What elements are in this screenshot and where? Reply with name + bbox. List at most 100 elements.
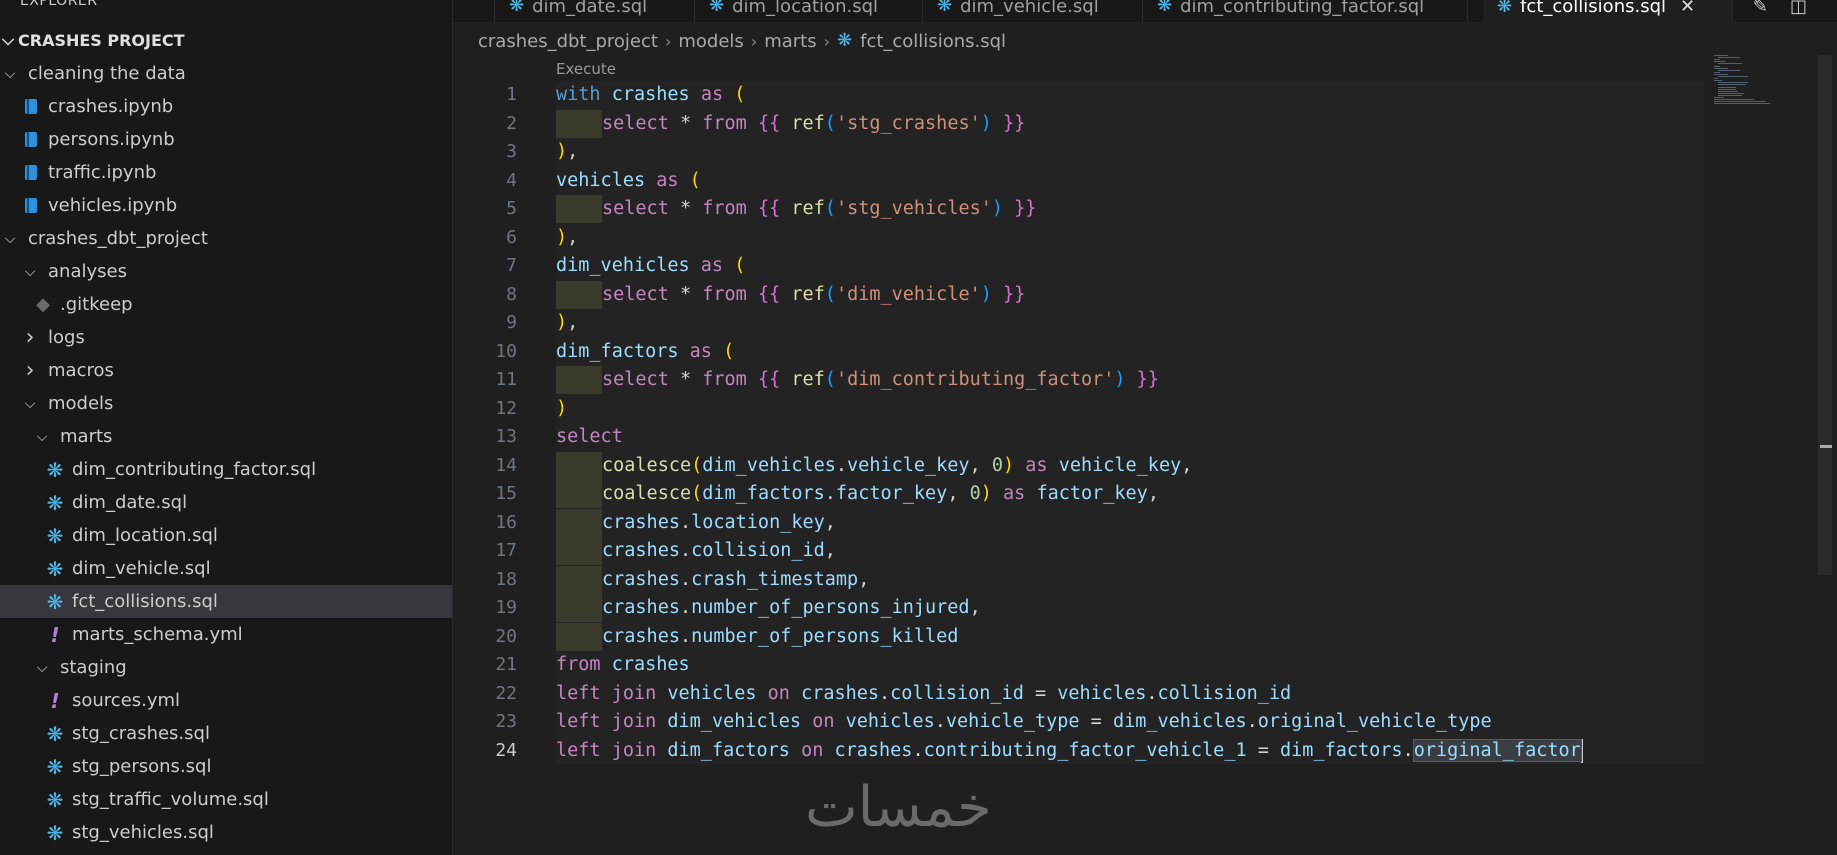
line-number: 1 <box>506 84 517 105</box>
tree-item[interactable]: ❋ stg_persons.sql <box>0 750 452 783</box>
dbt-icon: ❋ <box>46 523 64 548</box>
code-line: 9), <box>453 309 1703 337</box>
notebook-icon <box>20 132 42 147</box>
tree-item[interactable]: › macros <box>0 354 452 387</box>
tree-item-label: stg_traffic_volume.sql <box>72 789 269 810</box>
minimap-line <box>1714 73 1728 75</box>
yml-icon: ! <box>50 688 60 713</box>
code-line: 21 from crashes <box>453 651 1703 679</box>
tree-item[interactable]: ❋ stg_crashes.sql <box>0 717 452 750</box>
minimap-line <box>1714 71 1720 73</box>
code-line: 18 crashes.crash_timestamp, <box>453 565 1703 594</box>
code-line: 2 select * from {{ ref('stg_crashes') }} <box>453 109 1703 138</box>
minimap-line <box>1714 55 1728 56</box>
chevron-down-icon: ⌵ <box>4 65 16 82</box>
dbt-icon: ❋ <box>1157 0 1173 16</box>
code-line: 12) <box>453 395 1703 423</box>
minimap-line <box>1714 59 1720 61</box>
tree-item-label: stg_crashes.sql <box>72 723 210 744</box>
minimap-line <box>1718 63 1742 65</box>
tree-item[interactable]: traffic.ipynb <box>0 156 452 189</box>
tree-item-label: dim_vehicle.sql <box>72 558 211 579</box>
tree-item-label: cleaning the data <box>28 63 186 84</box>
minimap-line <box>1714 80 1722 82</box>
dbt-icon: ❋ <box>46 589 64 614</box>
line-number: 15 <box>495 483 517 504</box>
tab-overflow[interactable] <box>453 0 495 22</box>
tree-item[interactable]: persons.ipynb <box>0 123 452 156</box>
tree-item[interactable]: ❋ fct_collisions.sql <box>0 585 452 618</box>
tree-item-label: dim_location.sql <box>72 525 218 546</box>
project-name: CRASHES PROJECT <box>18 30 185 50</box>
code-line: 24 left join dim_factors on crashes.contr… <box>453 737 1703 765</box>
project-header[interactable]: ⌵ CRASHES PROJECT <box>0 25 452 55</box>
vertical-scrollbar[interactable] <box>1818 55 1832 575</box>
tree-item-label: vehicles.ipynb <box>48 195 178 216</box>
line-number: 24 <box>495 739 517 761</box>
code-line: 1 with crashes as ( <box>453 81 1703 109</box>
tree-item[interactable]: ❋ dim_contributing_factor.sql <box>0 453 452 486</box>
codelens-execute[interactable]: Execute <box>556 60 616 78</box>
tree-item[interactable]: ❋ dim_location.sql <box>0 519 452 552</box>
watermark-logo: خمسات <box>805 775 992 840</box>
line-number: 16 <box>495 511 517 533</box>
breadcrumb-marts[interactable]: marts <box>764 31 816 52</box>
tree-item[interactable]: ⌵ staging <box>0 651 452 684</box>
tree-item[interactable]: ❋ dim_date.sql <box>0 486 452 519</box>
tree-item[interactable]: ❋ stg_traffic_volume.sql <box>0 783 452 816</box>
minimap-line <box>1714 61 1726 63</box>
tree-item[interactable]: › logs <box>0 321 452 354</box>
tree-item[interactable]: ! marts_schema.yml <box>0 618 452 651</box>
code-line: 4 vehicles as ( <box>453 167 1703 195</box>
tree-item[interactable]: crashes.ipynb <box>0 90 452 123</box>
tab-fct-collisions[interactable]: ❋ fct_collisions.sql ✕ <box>1483 0 1733 22</box>
tab-dim-vehicle[interactable]: ❋ dim_vehicle.sql <box>923 0 1143 22</box>
tab-label: dim_contributing_factor.sql <box>1180 0 1425 17</box>
tab-label: dim_location.sql <box>732 0 879 17</box>
tree-item[interactable]: ❋ stg_vehicles.sql <box>0 816 452 849</box>
line-number: 5 <box>506 198 517 219</box>
dbt-icon: ❋ <box>509 0 525 16</box>
line-number: 4 <box>506 169 517 191</box>
chevron-right-icon: › <box>25 325 35 350</box>
tree-item-label: traffic.ipynb <box>48 162 157 183</box>
tab-label: dim_vehicle.sql <box>960 0 1099 17</box>
breadcrumb-project[interactable]: crashes_dbt_project <box>478 31 658 52</box>
breadcrumb-file[interactable]: fct_collisions.sql <box>860 31 1006 52</box>
tree-item[interactable]: ⌵ models <box>0 387 452 420</box>
tree-item[interactable]: ⌵ crashes_dbt_project <box>0 222 452 255</box>
code-line: 20 crashes.number_of_persons_killed <box>453 622 1703 651</box>
tree-item-label: sources.yml <box>72 690 181 711</box>
minimap-line <box>1718 92 1744 94</box>
tab-dim-contributing-factor[interactable]: ❋ dim_contributing_factor.sql <box>1143 0 1468 22</box>
tree-item[interactable]: ! sources.yml <box>0 684 452 717</box>
breadcrumb-models[interactable]: models <box>678 31 743 52</box>
tab-label: dim_date.sql <box>532 0 648 17</box>
minimap-line <box>1714 97 1724 98</box>
line-number: 2 <box>506 112 517 134</box>
yml-icon: ! <box>50 622 60 647</box>
split-editor-icon[interactable]: ◫ <box>1790 0 1807 17</box>
breadcrumb: crashes_dbt_project › models › marts › ❋… <box>478 28 1006 54</box>
tree-item[interactable]: ⌵ analyses <box>0 255 452 288</box>
line-number: 11 <box>495 369 517 390</box>
edit-icon[interactable]: ✎ <box>1753 0 1768 17</box>
line-number: 7 <box>506 255 517 276</box>
tree-item-label: persons.ipynb <box>48 129 175 150</box>
explorer-sidebar: EXPLORER ⌵ CRASHES PROJECT ⌵ cleaning the… <box>0 0 453 855</box>
dbt-icon: ❋ <box>46 754 64 779</box>
minimap[interactable] <box>1712 55 1822 115</box>
tree-item[interactable]: ⌵ cleaning the data <box>0 57 452 90</box>
tree-item[interactable]: ◆ .gitkeep <box>0 288 452 321</box>
close-icon[interactable]: ✕ <box>1680 0 1695 17</box>
code-line: 19 crashes.number_of_persons_injured, <box>453 594 1703 622</box>
tree-item[interactable]: ❋ dim_vehicle.sql <box>0 552 452 585</box>
tab-dim-date[interactable]: ❋ dim_date.sql <box>495 0 695 22</box>
tree-item-label: .gitkeep <box>60 294 133 315</box>
dbt-icon: ❋ <box>46 556 64 581</box>
tree-item[interactable]: ⌵ marts <box>0 420 452 453</box>
code-line: 7 dim_vehicles as ( <box>453 252 1703 280</box>
tree-item[interactable]: vehicles.ipynb <box>0 189 452 222</box>
tab-dim-location[interactable]: ❋ dim_location.sql <box>695 0 923 22</box>
code-line: 10 dim_factors as ( <box>453 338 1703 366</box>
